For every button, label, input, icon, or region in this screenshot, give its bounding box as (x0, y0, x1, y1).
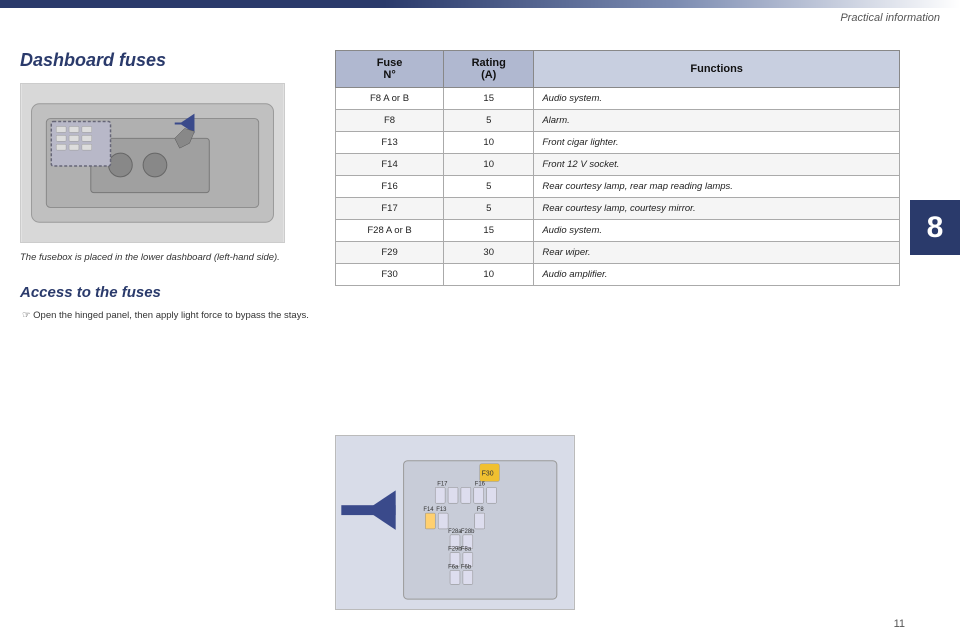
chapter-badge: 8 (910, 200, 960, 255)
dashboard-image (20, 83, 285, 243)
svg-text:F16: F16 (475, 481, 486, 487)
fuse-number-cell: F17 (336, 198, 444, 220)
rating-cell: 30 (444, 242, 534, 264)
fuse-number-cell: F8 (336, 110, 444, 132)
page-number: 11 (894, 618, 905, 630)
function-cell: Alarm. (534, 110, 900, 132)
section-title: Dashboard fuses (20, 50, 320, 71)
col-functions: Functions (534, 51, 900, 88)
table-header-row: FuseN° Rating(A) Functions (336, 51, 900, 88)
fuse-number-cell: F8 A or B (336, 88, 444, 110)
col-rating: Rating(A) (444, 51, 534, 88)
rating-cell: 10 (444, 154, 534, 176)
rating-cell: 10 (444, 132, 534, 154)
table-row: F165Rear courtesy lamp, rear map reading… (336, 176, 900, 198)
function-cell: Rear courtesy lamp, courtesy mirror. (534, 198, 900, 220)
function-cell: Rear courtesy lamp, rear map reading lam… (534, 176, 900, 198)
image-caption: The fusebox is placed in the lower dashb… (20, 251, 320, 264)
fuse-number-cell: F28 A or B (336, 220, 444, 242)
function-cell: Audio system. (534, 88, 900, 110)
svg-text:F17: F17 (437, 481, 447, 487)
fuse-number-cell: F14 (336, 154, 444, 176)
svg-text:F30: F30 (482, 471, 494, 478)
svg-text:F6b: F6b (461, 564, 472, 570)
function-cell: Front 12 V socket. (534, 154, 900, 176)
chapter-number: 8 (927, 211, 944, 245)
fuse-number-cell: F30 (336, 264, 444, 286)
function-cell: Audio amplifier. (534, 264, 900, 286)
svg-text:F13: F13 (436, 507, 447, 513)
rating-cell: 5 (444, 198, 534, 220)
table-container: FuseN° Rating(A) Functions F8 A or B15Au… (335, 50, 900, 286)
table-row: F1410Front 12 V socket. (336, 154, 900, 176)
rating-cell: 5 (444, 110, 534, 132)
table-row: F28 A or B15Audio system. (336, 220, 900, 242)
access-instruction: Open the hinged panel, then apply light … (20, 309, 320, 323)
svg-text:F8a: F8a (461, 547, 472, 553)
caption-text: The fusebox is placed in the lower dashb… (20, 252, 280, 263)
left-column: Dashboard fuses (20, 50, 320, 324)
table-row: F8 A or B15Audio system. (336, 88, 900, 110)
function-cell: Rear wiper. (534, 242, 900, 264)
rating-cell: 5 (444, 176, 534, 198)
table-row: F3010Audio amplifier. (336, 264, 900, 286)
table-row: F2930Rear wiper. (336, 242, 900, 264)
col-fuse: FuseN° (336, 51, 444, 88)
fuse-number-cell: F13 (336, 132, 444, 154)
rating-cell: 10 (444, 264, 534, 286)
fuse-diagram: F30 F17 F16 F14 F13 F8 F28a F28b F29b F8… (335, 435, 575, 610)
fuse-number-cell: F16 (336, 176, 444, 198)
fuse-table: FuseN° Rating(A) Functions F8 A or B15Au… (335, 50, 900, 286)
table-row: F1310Front cigar lighter. (336, 132, 900, 154)
svg-text:F8: F8 (477, 507, 485, 513)
header-title: Practical information (840, 12, 940, 24)
page-header: Practical information (840, 12, 940, 24)
access-title: Access to the fuses (20, 284, 320, 301)
function-cell: Front cigar lighter. (534, 132, 900, 154)
svg-text:F28b: F28b (461, 529, 475, 535)
top-bar (0, 0, 960, 8)
rating-cell: 15 (444, 88, 534, 110)
svg-text:F6a: F6a (448, 564, 459, 570)
function-cell: Audio system. (534, 220, 900, 242)
svg-text:F14: F14 (423, 507, 434, 513)
table-row: F85Alarm. (336, 110, 900, 132)
page-num-text: 11 (894, 618, 905, 630)
fuse-number-cell: F29 (336, 242, 444, 264)
table-row: F175Rear courtesy lamp, courtesy mirror. (336, 198, 900, 220)
instruction-text: Open the hinged panel, then apply light … (33, 310, 309, 321)
rating-cell: 15 (444, 220, 534, 242)
